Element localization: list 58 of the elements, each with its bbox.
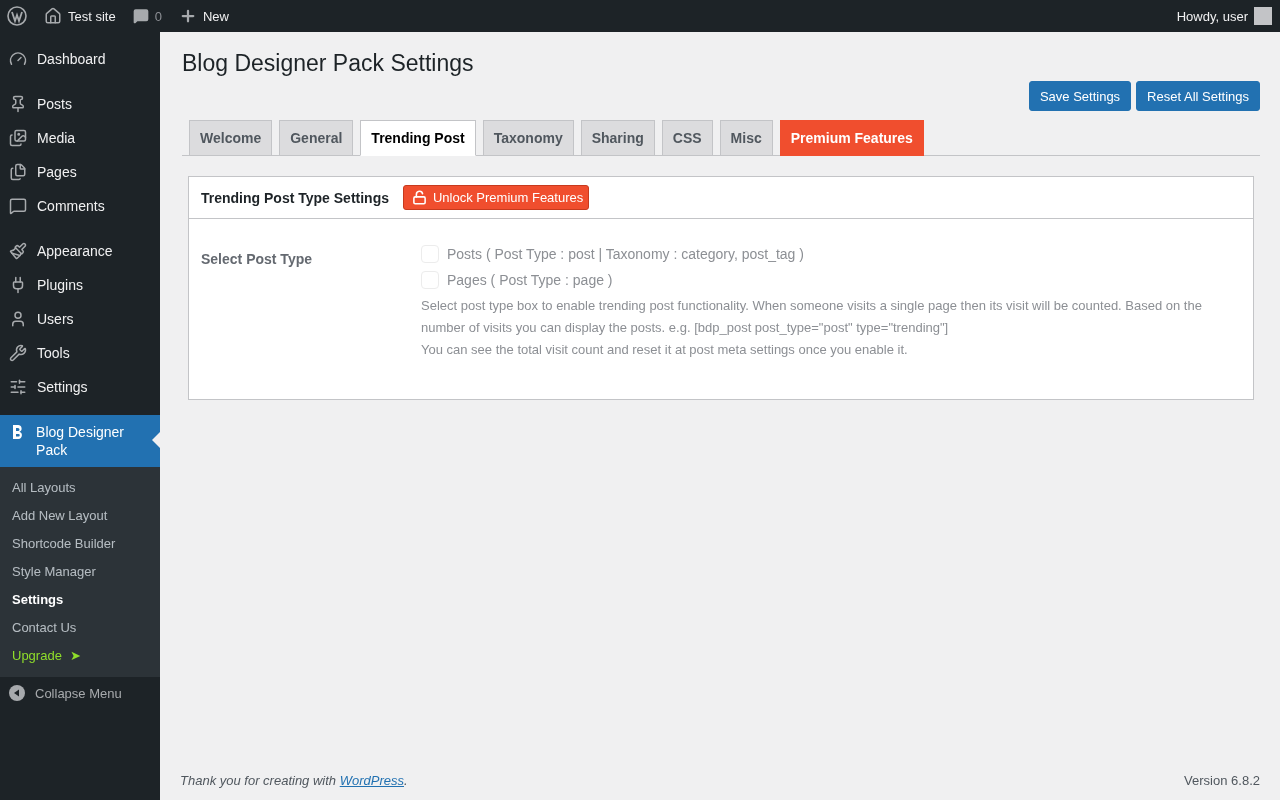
settings-tab[interactable]: Misc bbox=[719, 120, 773, 156]
settings-tab[interactable]: Premium Features bbox=[779, 120, 924, 156]
menu-item[interactable]: Appearance bbox=[0, 234, 160, 268]
menu-icon bbox=[9, 129, 27, 147]
menu-icon bbox=[9, 242, 27, 260]
settings-tab[interactable]: Sharing bbox=[580, 120, 655, 156]
menu-icon bbox=[9, 378, 27, 396]
comment-icon bbox=[132, 8, 149, 24]
menu-item[interactable]: Media bbox=[0, 121, 160, 155]
page-title: Blog Designer Pack Settings bbox=[182, 50, 475, 77]
panel-title: Trending Post Type Settings bbox=[201, 189, 389, 206]
footer-credit: Thank you for creating with WordPress. bbox=[180, 773, 408, 788]
menu-icon bbox=[9, 344, 27, 362]
unlock-icon bbox=[412, 190, 427, 205]
menu-icon bbox=[9, 310, 27, 328]
submenu-item[interactable]: All Layouts bbox=[0, 473, 160, 501]
version-text: Version 6.8.2 bbox=[1184, 773, 1260, 788]
menu-item[interactable]: Pages bbox=[0, 155, 160, 189]
menu-icon bbox=[9, 163, 27, 181]
submenu-item[interactable]: Settings bbox=[0, 585, 160, 613]
submenu-item[interactable]: Style Manager bbox=[0, 557, 160, 585]
submenu-item[interactable]: Add New Layout bbox=[0, 501, 160, 529]
submenu-item[interactable]: Contact Us bbox=[0, 613, 160, 641]
wordpress-logo-icon[interactable] bbox=[7, 6, 27, 26]
settings-tab[interactable]: Taxonomy bbox=[482, 120, 574, 156]
comments-link[interactable]: 0 bbox=[132, 8, 162, 24]
settings-tab[interactable]: Welcome bbox=[189, 120, 273, 156]
menu-icon bbox=[9, 95, 27, 113]
menu-item[interactable]: Users bbox=[0, 302, 160, 336]
settings-tab[interactable]: General bbox=[279, 120, 354, 156]
field-label: Select Post Type bbox=[201, 250, 313, 269]
settings-button[interactable]: Reset All Settings bbox=[1136, 81, 1260, 111]
menu-icon bbox=[9, 197, 27, 215]
current-menu-item[interactable]: Blog Designer Pack bbox=[0, 415, 160, 467]
submenu-item[interactable]: Shortcode Builder bbox=[0, 529, 160, 557]
help-text: Select post type box to enable trending post functionality. When someone visits a single page then its visit will be counted. Based on the number of visits you can display the posts. e.g. [bdp_post post_type="post" type="trending"] bbox=[421, 297, 1203, 337]
home-icon bbox=[44, 7, 62, 25]
settings-tab[interactable]: Trending Post bbox=[360, 120, 476, 156]
collapse-menu-button[interactable]: Collapse Menu bbox=[0, 677, 160, 709]
collapse-icon bbox=[9, 685, 25, 701]
settings-button[interactable]: Save Settings bbox=[1028, 81, 1132, 111]
greeting-link[interactable]: Howdy, user bbox=[1176, 8, 1248, 24]
submenu-item[interactable]: Upgrade ➤ bbox=[0, 641, 160, 669]
settings-tab[interactable]: CSS bbox=[661, 120, 713, 156]
menu-item[interactable]: Tools bbox=[0, 336, 160, 370]
menu-item[interactable]: Comments bbox=[0, 189, 160, 223]
help-text: You can see the total visit count and reset it at post meta settings once you enable it. bbox=[421, 341, 909, 359]
site-link[interactable]: Test site bbox=[44, 7, 116, 25]
menu-item[interactable]: Posts bbox=[0, 87, 160, 121]
b-letter-icon bbox=[11, 424, 25, 440]
menu-item[interactable]: Settings bbox=[0, 370, 160, 404]
wordpress-link[interactable]: WordPress bbox=[339, 773, 404, 788]
menu-item[interactable]: Dashboard bbox=[0, 42, 160, 76]
new-link[interactable]: New bbox=[178, 7, 229, 25]
unlock-premium-button[interactable]: Unlock Premium Features bbox=[403, 185, 590, 210]
avatar-icon[interactable] bbox=[1254, 7, 1272, 25]
menu-item[interactable]: Plugins bbox=[0, 268, 160, 302]
menu-icon bbox=[9, 50, 27, 68]
